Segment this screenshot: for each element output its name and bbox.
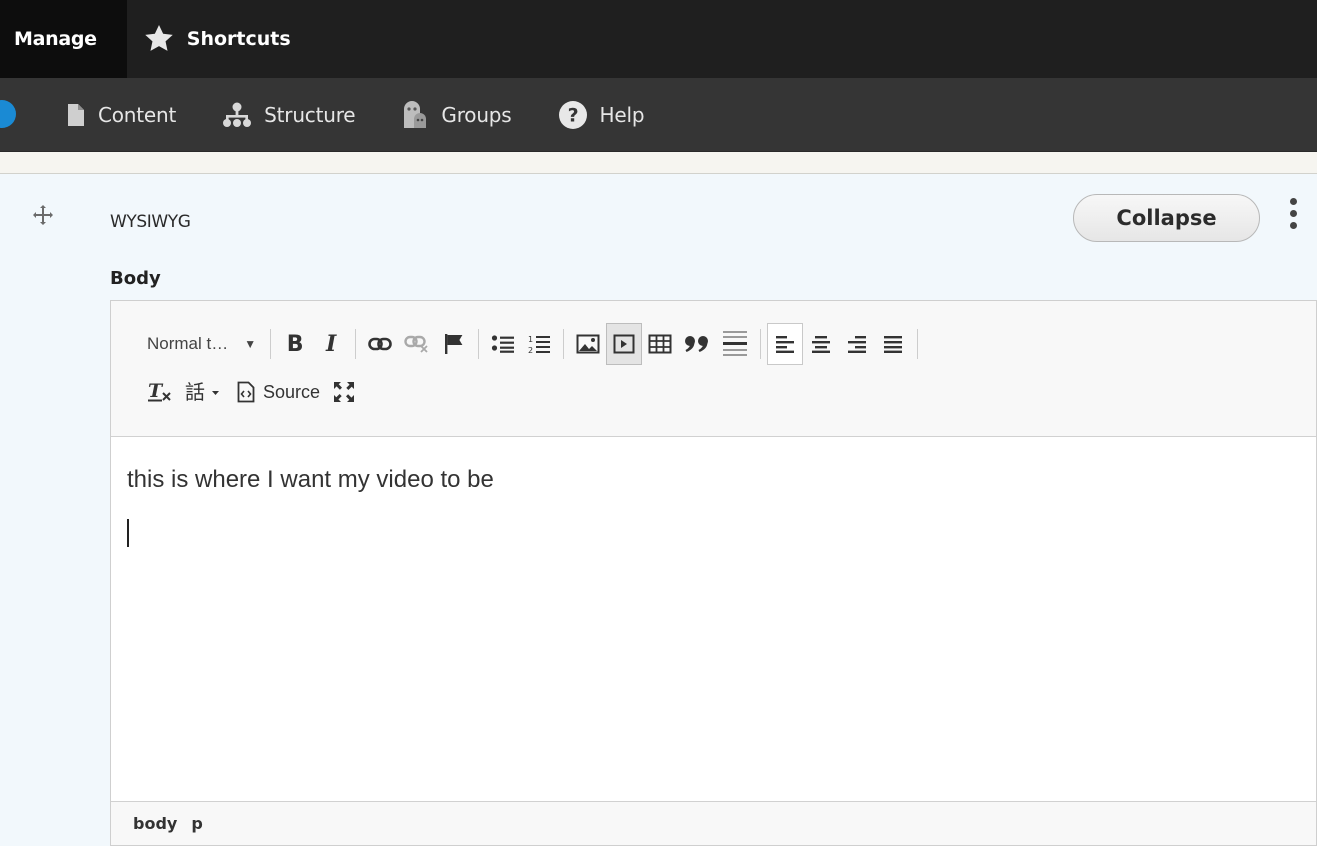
editor-content-area[interactable]: this is where I want my video to be [111,437,1316,803]
paragraph-type-label: WYSIWYG [110,212,191,232]
align-left-icon [776,336,795,353]
menu-item-groups[interactable]: Groups [401,100,512,130]
menu-item-help[interactable]: ? Help [558,100,645,130]
paragraph-item: WYSIWYG Collapse Body Normal t… ▼ B I 1 … [0,174,1317,846]
italic-button[interactable]: I [313,323,349,365]
toolbar-separator [563,329,565,359]
collapse-button[interactable]: Collapse [1073,194,1260,242]
menu-item-content-label: Content [98,102,177,127]
table-button[interactable] [642,323,678,365]
image-button[interactable] [570,323,606,365]
video-embed-icon [613,334,635,354]
bold-button[interactable]: B [277,323,313,365]
tab-shortcuts[interactable]: Shortcuts [127,0,291,78]
image-icon [576,334,600,354]
maximize-icon [334,382,355,402]
toolbar-separator [760,329,762,359]
source-button-label: Source [263,381,321,402]
menu-item-groups-label: Groups [441,102,512,127]
format-select[interactable]: Normal t… ▼ [141,323,264,365]
bulleted-list-button[interactable] [485,323,521,365]
remove-format-button[interactable]: T [141,371,179,413]
bold-icon: B [286,331,304,357]
remove-format-icon: T [148,380,171,402]
tray-menu: Content Structure Groups ? Help [0,100,690,130]
cursor-paragraph[interactable] [127,519,1300,555]
editor-toolbar: Normal t… ▼ B I 1 2 T 話 Source [111,301,1316,437]
horizontal-rule-icon [723,331,748,356]
toolbar-separator [478,329,480,359]
content-paragraph[interactable]: this is where I want my video to be [127,465,1300,495]
blockquote-icon [685,336,709,352]
anchor-icon [445,334,463,354]
unlink-icon [404,335,428,353]
blockquote-button[interactable] [678,323,716,365]
source-button[interactable]: Source [231,371,326,413]
tab-manage[interactable]: Manage [0,0,127,78]
file-icon [68,103,84,126]
language-button[interactable]: 話 [179,371,231,413]
text-cursor [127,519,129,547]
more-actions-icon[interactable] [1286,198,1300,238]
align-right-button[interactable] [839,323,875,365]
svg-text:T: T [148,380,164,402]
toolbar-separator [270,329,272,359]
align-right-icon [848,336,867,353]
svg-text:?: ? [567,104,578,126]
groups-icon [404,100,427,128]
bulleted-list-icon [492,335,515,353]
align-center-button[interactable] [803,323,839,365]
star-icon [145,25,173,51]
tab-manage-label: Manage [14,28,97,50]
chevron-down-icon: ▼ [244,337,257,351]
menu-item-structure-label: Structure [264,102,356,127]
source-icon [237,381,255,403]
path-item-body[interactable]: body [133,814,177,833]
path-item-p[interactable]: p [191,814,202,833]
justify-button[interactable] [875,323,911,365]
toolbar-tray: Content Structure Groups ? Help [0,78,1317,152]
link-icon [368,337,392,351]
svg-text:1: 1 [528,335,533,344]
align-left-button[interactable] [767,323,804,365]
menu-item-content[interactable]: Content [66,103,176,127]
body-field-label: Body [110,268,161,289]
help-icon: ? [558,100,587,129]
tab-shortcuts-label: Shortcuts [186,28,291,50]
anchor-button[interactable] [436,323,472,365]
justify-icon [884,336,903,353]
elements-path: body p [111,801,1316,845]
table-icon [648,334,672,354]
italic-icon: I [325,331,337,357]
unlink-button[interactable] [398,323,436,365]
svg-text:話: 話 [185,380,205,404]
numbered-list-icon: 1 2 [528,335,551,355]
language-icon: 話 [185,380,219,404]
page-strip [0,152,1317,174]
video-embed-button[interactable] [606,323,643,365]
admin-toolbar: Manage Shortcuts [0,0,1317,78]
ckeditor: Normal t… ▼ B I 1 2 T 話 Source this is w… [110,300,1317,846]
link-button[interactable] [362,323,398,365]
menu-item-help-label: Help [599,102,645,127]
sitemap-icon [223,102,252,127]
align-center-icon [812,336,831,353]
toolbar-separator [917,329,919,359]
toolbar-separator [355,329,357,359]
format-select-value: Normal t… [147,334,229,353]
drag-handle-icon[interactable] [32,204,54,226]
numbered-list-button[interactable]: 1 2 [521,323,557,365]
maximize-button[interactable] [326,371,362,413]
menu-item-structure[interactable]: Structure [222,102,356,128]
horizontal-rule-button[interactable] [716,323,754,365]
svg-text:2: 2 [528,346,533,355]
